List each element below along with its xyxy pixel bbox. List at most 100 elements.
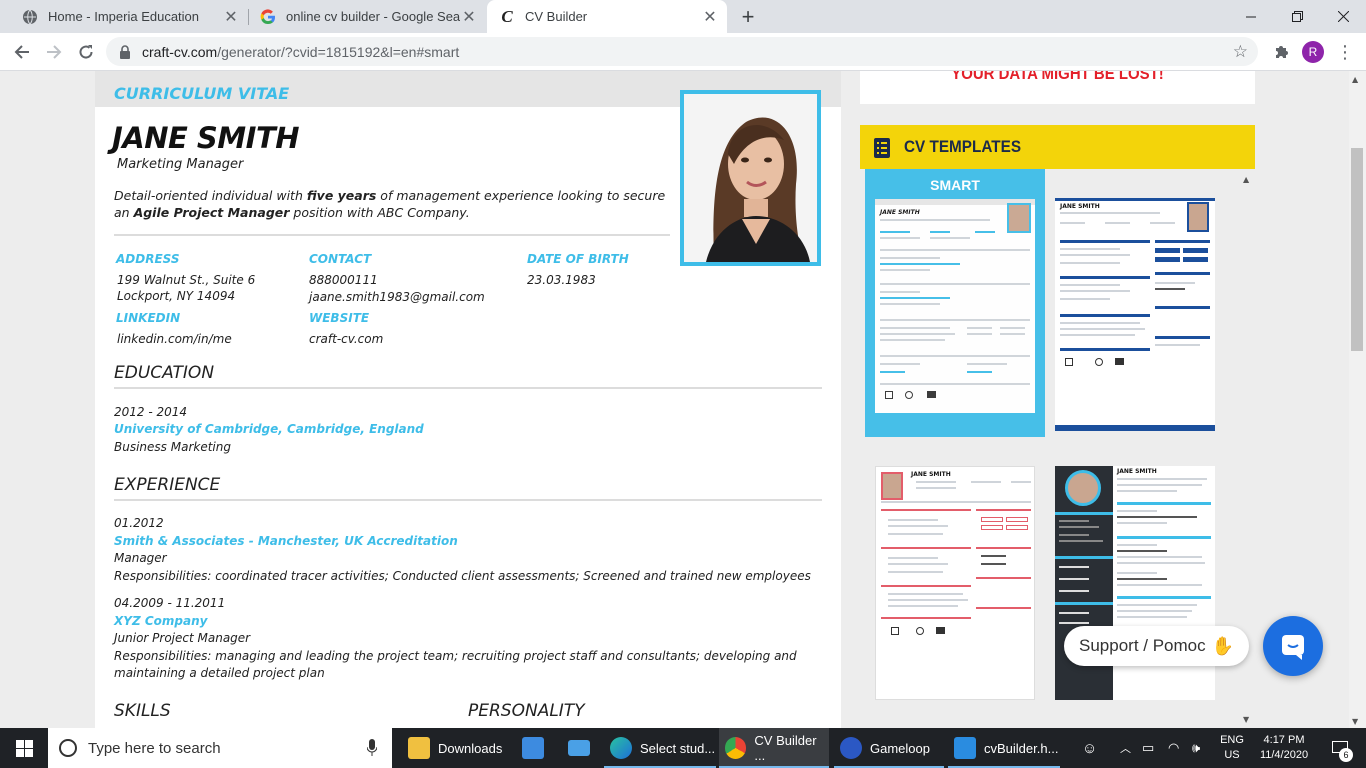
candidate-summary[interactable]: Detail-oriented individual with five yea…: [114, 187, 669, 221]
education-heading[interactable]: EDUCATION: [114, 363, 214, 383]
close-icon[interactable]: ✕: [222, 8, 240, 26]
education-school[interactable]: University of Cambridge, Cambridge, Engl…: [114, 421, 424, 437]
experience-description[interactable]: Responsibilities: managing and leading t…: [114, 648, 826, 682]
address-label: ADDRESS: [116, 252, 180, 266]
mail-icon: [568, 740, 590, 756]
start-button[interactable]: [0, 728, 48, 768]
cv-heading: CURRICULUM VITAE: [114, 84, 290, 103]
tab-title: Home - Imperia Education: [48, 9, 200, 24]
close-window-button[interactable]: [1320, 0, 1366, 33]
bookmark-star-icon[interactable]: ☆: [1233, 42, 1248, 62]
divider: [114, 387, 822, 389]
clock[interactable]: 4:17 PM 11/4/2020: [1254, 728, 1314, 768]
app-label: Downloads: [438, 740, 503, 756]
tab-imperia[interactable]: Home - Imperia Education ✕: [0, 0, 248, 33]
close-icon[interactable]: ✕: [701, 8, 719, 26]
tab-cv-builder[interactable]: C CV Builder ✕: [487, 0, 727, 33]
language-indicator[interactable]: ENG US: [1216, 728, 1248, 768]
address-bar[interactable]: craft-cv.com/generator/?cvid=1815192&l=e…: [106, 37, 1258, 66]
email-value[interactable]: jaane.smith1983@gmail.com: [309, 289, 485, 305]
divider: [114, 499, 822, 501]
search-placeholder: Type here to search: [88, 739, 221, 757]
thumb-name: JANE SMITH: [880, 209, 920, 216]
reload-button[interactable]: [71, 37, 101, 67]
address-line-1[interactable]: 199 Walnut St., Suite 6: [117, 272, 255, 288]
experience-dates[interactable]: 04.2009 - 11.2011: [114, 595, 225, 611]
website-value[interactable]: craft-cv.com: [309, 331, 383, 347]
forward-button[interactable]: [39, 37, 69, 67]
lock-icon[interactable]: [119, 44, 131, 63]
taskbar-store[interactable]: [510, 728, 556, 768]
template-card-smart[interactable]: SMART JANE SMITH: [865, 169, 1045, 437]
chat-bubble-button[interactable]: [1263, 616, 1323, 676]
wifi-icon[interactable]: ◠: [1168, 728, 1188, 768]
chevron-up-icon[interactable]: ︿: [1120, 728, 1136, 768]
app-label: CV Builder ...: [754, 733, 817, 763]
dob-label: DATE OF BIRTH: [527, 252, 629, 266]
minimize-button[interactable]: [1228, 0, 1274, 33]
skills-heading[interactable]: SKILLS: [114, 701, 171, 721]
page-scroll-thumb[interactable]: [1351, 148, 1363, 351]
people-icon[interactable]: ☺: [1082, 728, 1106, 768]
page-scrollbar[interactable]: ▲ ▼: [1349, 71, 1366, 728]
notification-center-button[interactable]: 6: [1320, 728, 1360, 768]
thumb-name: JANE SMITH: [911, 471, 951, 478]
experience-heading[interactable]: EXPERIENCE: [114, 475, 220, 495]
education-degree[interactable]: Business Marketing: [114, 439, 231, 455]
google-icon: [260, 8, 276, 25]
template-card-2[interactable]: JANE SMITH: [1055, 198, 1215, 431]
taskbar-mail[interactable]: [556, 728, 602, 768]
education-dates[interactable]: 2012 - 2014: [114, 404, 187, 420]
taskbar-app-edge[interactable]: Select stud...: [604, 728, 716, 768]
taskbar-search-box[interactable]: Type here to search: [48, 728, 392, 768]
experience-company[interactable]: Smith & Associates - Manchester, UK Accr…: [114, 533, 458, 549]
support-chat-label[interactable]: Support / Pomoc ✋: [1064, 626, 1249, 666]
menu-kebab-icon[interactable]: ⋮: [1330, 37, 1360, 67]
taskbar-app-vscode[interactable]: cvBuilder.h...: [948, 728, 1060, 768]
microphone-icon[interactable]: [366, 739, 378, 761]
edge-icon: [610, 737, 632, 759]
candidate-name[interactable]: JANE SMITH: [112, 121, 300, 155]
app-label: Select stud...: [640, 740, 716, 756]
personality-heading[interactable]: PERSONALITY: [468, 701, 585, 721]
contact-label: CONTACT: [309, 252, 372, 266]
windows-logo-icon: [15, 739, 33, 757]
experience-company[interactable]: XYZ Company: [114, 613, 207, 629]
battery-icon[interactable]: ▭: [1142, 728, 1162, 768]
tab-strip: Home - Imperia Education ✕ online cv bui…: [0, 0, 1366, 33]
url-text: craft-cv.com/generator/?cvid=1815192&l=e…: [142, 44, 459, 60]
profile-photo[interactable]: [680, 90, 821, 266]
tab-title: online cv builder - Google Search: [286, 9, 460, 24]
url-path: /generator/?cvid=1815192&l=en#smart: [217, 44, 460, 60]
speaker-icon[interactable]: 🕪: [1192, 728, 1210, 768]
cv-preview: CURRICULUM VITAE JANE SMITH Marketing Ma…: [95, 71, 841, 728]
gameloop-icon: [840, 737, 862, 759]
candidate-title[interactable]: Marketing Manager: [117, 157, 243, 173]
taskbar-app-gameloop[interactable]: Gameloop: [834, 728, 944, 768]
experience-description[interactable]: Responsibilities: coordinated tracer act…: [114, 568, 824, 584]
address-line-2[interactable]: Lockport, NY 14094: [117, 288, 235, 304]
template-card-3[interactable]: JANE SMITH: [875, 466, 1035, 700]
back-button[interactable]: [7, 37, 37, 67]
phone-value[interactable]: 888000111: [309, 272, 378, 288]
new-tab-button[interactable]: +: [733, 0, 763, 33]
template-thumbnail[interactable]: JANE SMITH: [875, 199, 1035, 421]
taskbar-app-chrome[interactable]: CV Builder ...: [719, 728, 829, 768]
waving-hand-icon: ✋: [1211, 635, 1235, 656]
close-icon[interactable]: ✕: [460, 8, 478, 26]
experience-role[interactable]: Manager: [114, 550, 167, 566]
profile-avatar[interactable]: R: [1298, 37, 1328, 67]
taskbar-app-downloads[interactable]: Downloads: [398, 728, 508, 768]
restore-button[interactable]: [1274, 0, 1320, 33]
linkedin-value[interactable]: linkedin.com/in/me: [117, 331, 232, 347]
warning-text: YOUR DATA MIGHT BE LOST!: [951, 71, 1164, 83]
experience-role[interactable]: Junior Project Manager: [114, 630, 250, 646]
search-icon: [59, 739, 77, 757]
tab-google-search[interactable]: online cv builder - Google Search ✕: [248, 0, 486, 33]
url-host: craft-cv.com: [142, 44, 218, 60]
thumb-name: JANE SMITH: [1117, 468, 1157, 475]
extensions-puzzle-icon[interactable]: [1266, 37, 1296, 67]
experience-dates[interactable]: 01.2012: [114, 515, 164, 531]
cv-templates-header: CV TEMPLATES: [860, 125, 1255, 169]
dob-value[interactable]: 23.03.1983: [527, 272, 596, 288]
